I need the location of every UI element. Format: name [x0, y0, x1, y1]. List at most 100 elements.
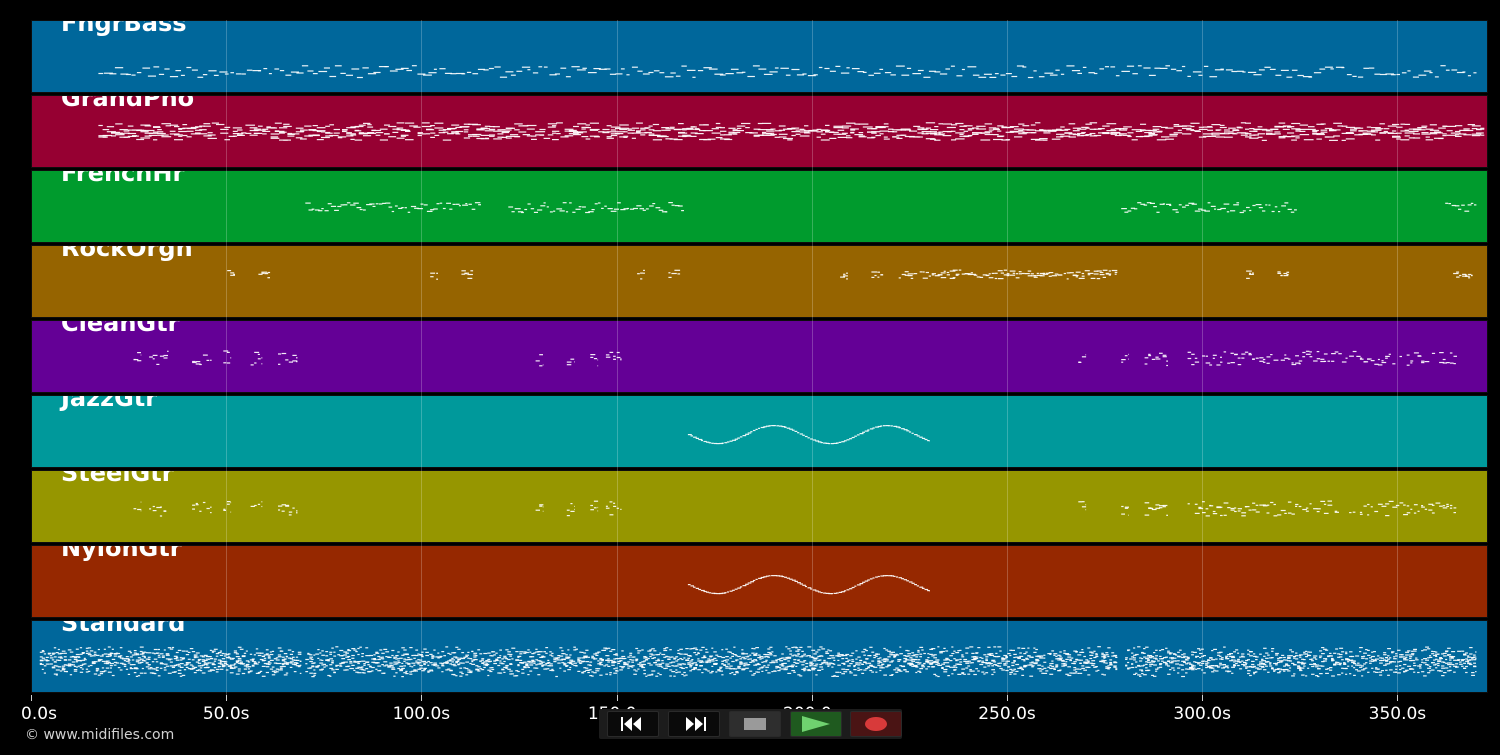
note: [245, 124, 255, 126]
note: [131, 74, 136, 76]
note: [983, 73, 992, 75]
note: [111, 658, 116, 660]
note: [1454, 205, 1460, 207]
note: [449, 653, 452, 655]
note: [467, 277, 473, 279]
note: [186, 130, 194, 132]
note: [706, 591, 709, 593]
note: [579, 651, 582, 653]
track-lane-rockorgn[interactable]: RockOrgn: [31, 245, 1488, 318]
note: [1108, 274, 1111, 276]
note: [697, 669, 701, 671]
note: [263, 657, 267, 659]
note: [917, 69, 924, 72]
note: [879, 665, 883, 667]
note: [690, 585, 694, 587]
note: [695, 654, 698, 656]
note: [1440, 65, 1446, 67]
note: [967, 129, 973, 131]
track-lane-steelgtr[interactable]: SteelGtr: [31, 470, 1488, 543]
track-name: JazzGtr: [61, 395, 158, 412]
track-lane-grandpno[interactable]: GrandPno: [31, 95, 1488, 168]
note: [1127, 661, 1130, 664]
note: [1153, 675, 1157, 677]
note: [1030, 132, 1037, 134]
note: [843, 275, 848, 277]
note: [404, 207, 407, 209]
note: [451, 659, 455, 661]
note: [371, 666, 375, 669]
note: [695, 437, 699, 439]
note: [309, 654, 313, 656]
note: [407, 657, 410, 659]
note: [1263, 662, 1266, 665]
note: [1248, 354, 1252, 356]
note: [1341, 125, 1348, 127]
note: [771, 575, 774, 577]
note: [143, 672, 147, 674]
note: [483, 652, 488, 655]
note: [781, 653, 784, 655]
note: [585, 649, 589, 651]
note: [1035, 662, 1038, 664]
note: [543, 66, 548, 68]
note: [1051, 650, 1055, 652]
note: [1237, 508, 1242, 510]
note: [1137, 674, 1141, 676]
note: [903, 660, 907, 662]
track-lane-frenchhr[interactable]: FrenchHr: [31, 170, 1488, 243]
note: [1075, 276, 1078, 278]
note: [291, 133, 300, 135]
note: [599, 674, 603, 676]
note: [1362, 133, 1368, 135]
note: [369, 203, 375, 205]
note: [1103, 662, 1106, 664]
note: [1253, 673, 1256, 675]
note: [869, 655, 872, 657]
note: [151, 661, 155, 663]
note: [609, 514, 614, 516]
note: [1228, 131, 1234, 133]
note: [1141, 670, 1144, 672]
note: [337, 205, 342, 208]
note: [1071, 657, 1074, 659]
note: [275, 671, 279, 673]
track-lane-nylongtr[interactable]: NylonGtr: [31, 545, 1488, 618]
track-lane-fngrbass[interactable]: FngrBass: [31, 20, 1488, 93]
note: [921, 666, 925, 668]
note: [389, 70, 398, 72]
note: [1156, 130, 1163, 132]
note: [1124, 211, 1129, 213]
note: [223, 509, 226, 511]
note: [1039, 670, 1043, 672]
note: [911, 432, 914, 434]
note: [732, 131, 741, 134]
note: [556, 122, 563, 124]
note: [325, 655, 329, 657]
track-lane-jazzgtr[interactable]: JazzGtr: [31, 395, 1488, 468]
note: [577, 657, 582, 659]
note: [237, 657, 242, 660]
note: [269, 668, 274, 670]
track-lane-standard[interactable]: Standard: [31, 620, 1488, 693]
note: [765, 659, 768, 661]
note: [978, 76, 987, 78]
note: [75, 661, 78, 663]
note: [1215, 136, 1225, 138]
track-lane-cleangtr[interactable]: CleanGtr: [31, 320, 1488, 393]
note: [1253, 653, 1256, 655]
note: [529, 651, 532, 653]
note: [420, 203, 424, 205]
note: [1110, 128, 1116, 130]
note: [446, 202, 451, 204]
note: [1015, 670, 1019, 672]
note: [351, 654, 355, 657]
note: [773, 425, 776, 427]
note: [571, 66, 580, 68]
note: [1413, 137, 1421, 139]
note: [803, 670, 806, 672]
note: [367, 664, 370, 666]
note: [963, 658, 968, 661]
note: [413, 657, 416, 659]
note: [883, 123, 889, 125]
